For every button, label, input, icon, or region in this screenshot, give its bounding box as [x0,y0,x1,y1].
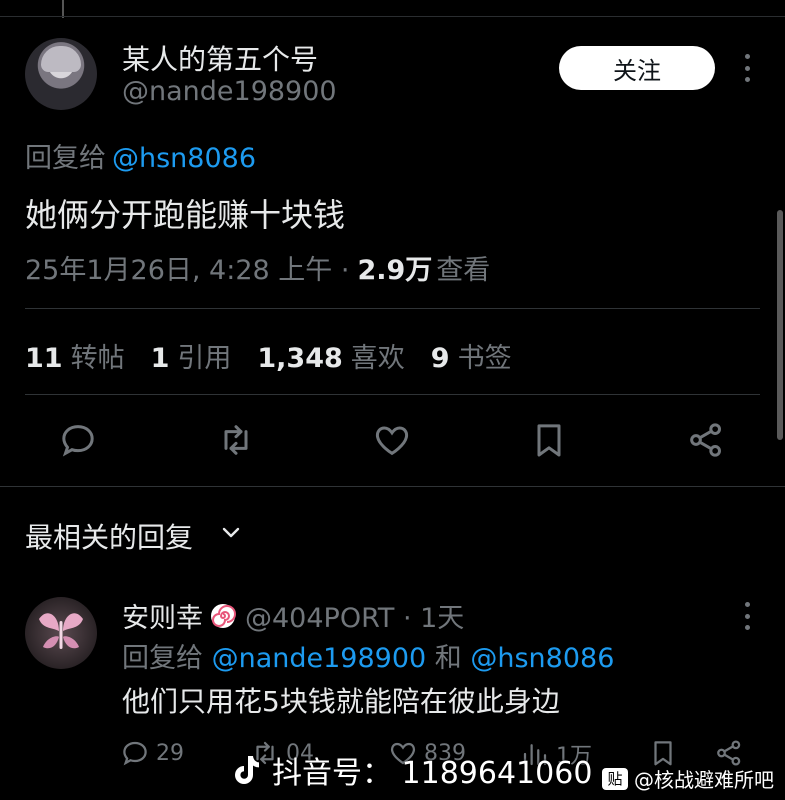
follow-button[interactable]: 关注 [559,46,715,90]
author-handle[interactable]: @nande198900 [122,76,337,107]
heart-icon[interactable] [372,420,412,460]
stat-quotes[interactable]: 1 引用 [151,336,232,375]
douyin-id-text: 抖音号： 1189641060 [272,756,593,791]
comment-icon [123,741,147,766]
reply-to-mention[interactable]: @hsn8086 [112,143,256,174]
reply-more-options-icon[interactable] [738,602,756,630]
reply-to-line: 回复给 @hsn8086 [25,136,256,175]
retweet-icon[interactable] [216,420,256,460]
avatar[interactable] [25,38,97,110]
reply-author-line: 安则幸 @404PORT · 1天 [122,596,464,635]
tieba-watermark: 贴 @核战避难所吧 [602,764,774,793]
tiktok-icon [235,756,259,784]
tieba-watermark-text: @核战避难所吧 [634,768,774,792]
reply-comment-count: 29 [156,740,184,766]
tweet-meta: 25年1月26日, 4:28 上午 · 2.9万 查看 [25,248,490,287]
stat-bookmarks[interactable]: 9 书签 [431,336,512,375]
divider [25,394,760,395]
spiral-candy-icon [209,602,237,630]
douyin-watermark: 抖音号： 1189641060 [232,748,592,792]
share-icon[interactable] [686,420,726,460]
stat-retweets[interactable]: 11 转帖 [25,336,125,375]
tweet-text: 她俩分开跑能赚十块钱 [25,196,346,234]
stat-likes[interactable]: 1,348 喜欢 [257,336,404,375]
engagement-stats: 11 转帖 1 引用 1,348 喜欢 9 书签 [25,336,512,375]
tweet-detail-page: 某人的第五个号 @nande198900 关注 回复给 @hsn8086 她俩分开… [0,0,785,800]
replies-sort-label[interactable]: 最相关的回复 [25,516,193,556]
comment-icon[interactable] [58,420,98,460]
view-count: 2.9万 [357,255,433,286]
author-display-name[interactable]: 某人的第五个号 [122,38,318,78]
divider [25,308,760,309]
reply-text: 他们只用花5块钱就能陪在彼此身边 [122,685,560,718]
scrollbar[interactable] [777,210,783,440]
top-divider [0,16,785,17]
more-options-icon[interactable] [738,54,756,82]
bookmark-icon[interactable] [529,420,569,460]
reply-reply-to-line: 回复给 @nande198900 和 @hsn8086 [122,636,614,675]
view-label: 查看 [436,255,491,286]
tweet-timestamp[interactable]: 25年1月26日, 4:28 上午 · [25,255,349,286]
reply-mention-2[interactable]: @hsn8086 [470,643,614,674]
reply-avatar[interactable] [25,597,97,669]
chevron-down-icon[interactable] [219,520,243,544]
tieba-logo-icon: 贴 [602,767,628,790]
reply-conjunction: 和 [434,643,462,674]
reply-to-prefix: 回复给 [25,143,106,174]
reply-mention-1[interactable]: @nande198900 [212,643,427,674]
reply-display-name[interactable]: 安则幸 [122,596,203,635]
section-divider [0,486,785,487]
reply-handle-time[interactable]: @404PORT · 1天 [245,596,464,635]
reply-comment-button[interactable]: 29 [120,738,184,768]
reply-to-prefix: 回复给 [122,643,203,674]
